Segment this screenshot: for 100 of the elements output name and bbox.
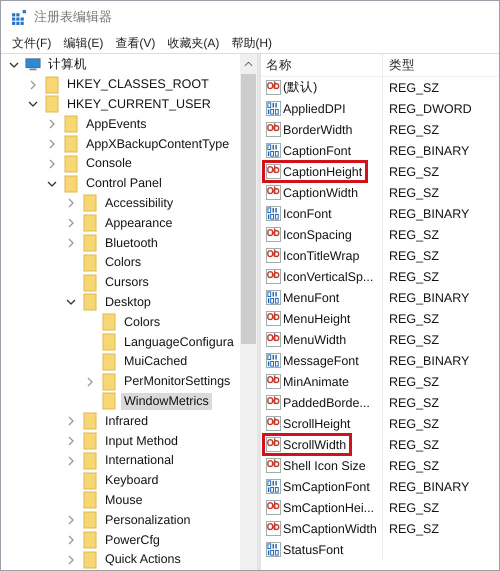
folder-icon [101,372,117,391]
menu-item[interactable]: 编辑(E) [63,34,104,52]
folder-icon [82,531,98,550]
string-value-icon [266,122,281,137]
expander-icon[interactable] [66,297,76,308]
value-type: REG_SZ [388,228,440,242]
value-name[interactable]: CaptionFont [283,144,352,158]
value-name[interactable]: IconTitleWrap [283,248,360,262]
binary-value-icon [266,101,281,116]
value-name[interactable]: PaddedBorde... [283,396,370,410]
column-header[interactable]: 类型 [383,56,415,74]
value-type: REG_SZ [388,186,440,200]
value-name[interactable]: SmCaptionHei... [283,500,374,514]
value-name[interactable]: ScrollWidth [283,438,346,452]
tree-item[interactable]: 计算机 [45,56,90,74]
scroll-up-icon[interactable] [244,61,253,67]
menu-item[interactable]: 收藏夹(A) [167,34,220,52]
value-type: REG_SZ [388,312,440,326]
value-type: REG_SZ [388,164,440,178]
menu-item[interactable]: 文件(F) [12,34,52,52]
value-type: REG_BINARY [388,480,470,494]
tree-item[interactable]: WindowMetrics [121,392,212,410]
value-name[interactable]: ScrollHeight [283,416,350,430]
string-value-icon [266,395,281,410]
tree-item[interactable]: Control Panel [83,175,165,192]
tree-item[interactable]: Bluetooth [102,234,161,252]
tree-item[interactable]: Personalization [102,512,194,529]
string-value-icon [266,374,281,389]
value-type: REG_SZ [388,458,440,472]
binary-value-icon [266,206,281,221]
tree-item[interactable]: Quick Actions [102,551,184,568]
value-name[interactable]: BorderWidth [283,122,352,136]
value-name[interactable]: IconVerticalSp... [283,270,374,284]
value-name[interactable]: MenuFont [283,290,340,304]
value-name[interactable]: MenuWidth [283,332,346,346]
value-type: REG_SZ [388,522,440,536]
tree-item[interactable]: PerMonitorSettings [121,373,234,390]
tree-item[interactable]: Colors [102,254,144,272]
tree-item[interactable]: LanguageConfigura [121,334,237,351]
value-name[interactable]: (默认) [283,79,318,96]
folder-icon [82,550,98,569]
folder-icon [82,214,98,232]
value-type: REG_BINARY [388,206,470,220]
tree-item[interactable]: Input Method [102,432,181,450]
expander-icon[interactable] [47,178,57,189]
value-type: REG_BINARY [388,144,470,158]
value-name[interactable]: SmCaptionFont [283,480,370,494]
scrollbar-thumb[interactable] [241,74,256,344]
value-name[interactable]: IconFont [283,206,332,220]
tree-item[interactable]: International [102,452,177,470]
expander-icon[interactable] [28,99,38,110]
folder-icon [82,511,98,530]
tree-item[interactable]: Desktop [102,294,154,311]
string-value-icon [266,416,281,431]
tree-item[interactable]: AppXBackupContentType [83,136,232,153]
folder-icon [82,412,98,430]
tree-item[interactable]: MuiCached [121,353,190,370]
tree-item[interactable]: AppEvents [83,116,150,133]
value-name[interactable]: MinAnimate [283,374,349,388]
folder-icon [82,234,98,252]
value-name[interactable]: CaptionWidth [283,186,358,200]
value-name[interactable]: MessageFont [283,354,359,368]
tree-item[interactable]: Colors [121,314,164,331]
tree-item[interactable]: Infrared [102,412,152,430]
registry-icon [11,8,28,26]
tree-item[interactable]: Cursors [102,274,152,292]
value-name[interactable]: AppliedDPI [283,102,346,116]
folder-icon [101,352,117,371]
value-type: REG_BINARY [388,290,470,304]
tree-item[interactable]: Appearance [102,214,176,232]
folder-icon [82,293,98,312]
value-type: REG_SZ [388,248,440,262]
menu-item[interactable]: 帮助(H) [231,34,272,52]
value-name[interactable]: IconSpacing [283,228,352,242]
tree-item[interactable]: Keyboard [102,472,162,490]
value-name[interactable]: CaptionHeight [283,164,362,178]
tree-item[interactable]: PowerCfg [102,532,163,549]
string-value-icon [266,185,281,200]
tree-item[interactable]: HKEY_CURRENT_USER [64,96,214,113]
menu-item[interactable]: 查看(V) [115,34,156,52]
string-value-icon [266,437,281,452]
value-name[interactable]: SmCaptionWidth [283,522,377,536]
folder-icon [82,274,98,292]
column-header[interactable]: 名称 [261,54,383,76]
window-title: 注册表编辑器 [34,8,112,26]
tree-item[interactable]: Console [83,155,135,172]
folder-icon [82,491,98,510]
value-type: REG_SZ [388,122,440,136]
value-name[interactable]: MenuHeight [283,312,350,326]
string-value-icon [266,248,281,263]
tree-item[interactable]: Accessibility [102,194,176,212]
expander-icon[interactable] [9,60,19,70]
tree-item[interactable]: Mouse [102,492,146,509]
value-type: REG_SZ [388,80,440,94]
folder-icon [101,313,117,332]
value-name[interactable]: Shell Icon Size [283,458,366,472]
string-value-icon [266,227,281,242]
value-type: REG_SZ [388,396,440,410]
tree-item[interactable]: HKEY_CLASSES_ROOT [64,76,212,94]
value-name[interactable]: StatusFont [283,542,344,556]
